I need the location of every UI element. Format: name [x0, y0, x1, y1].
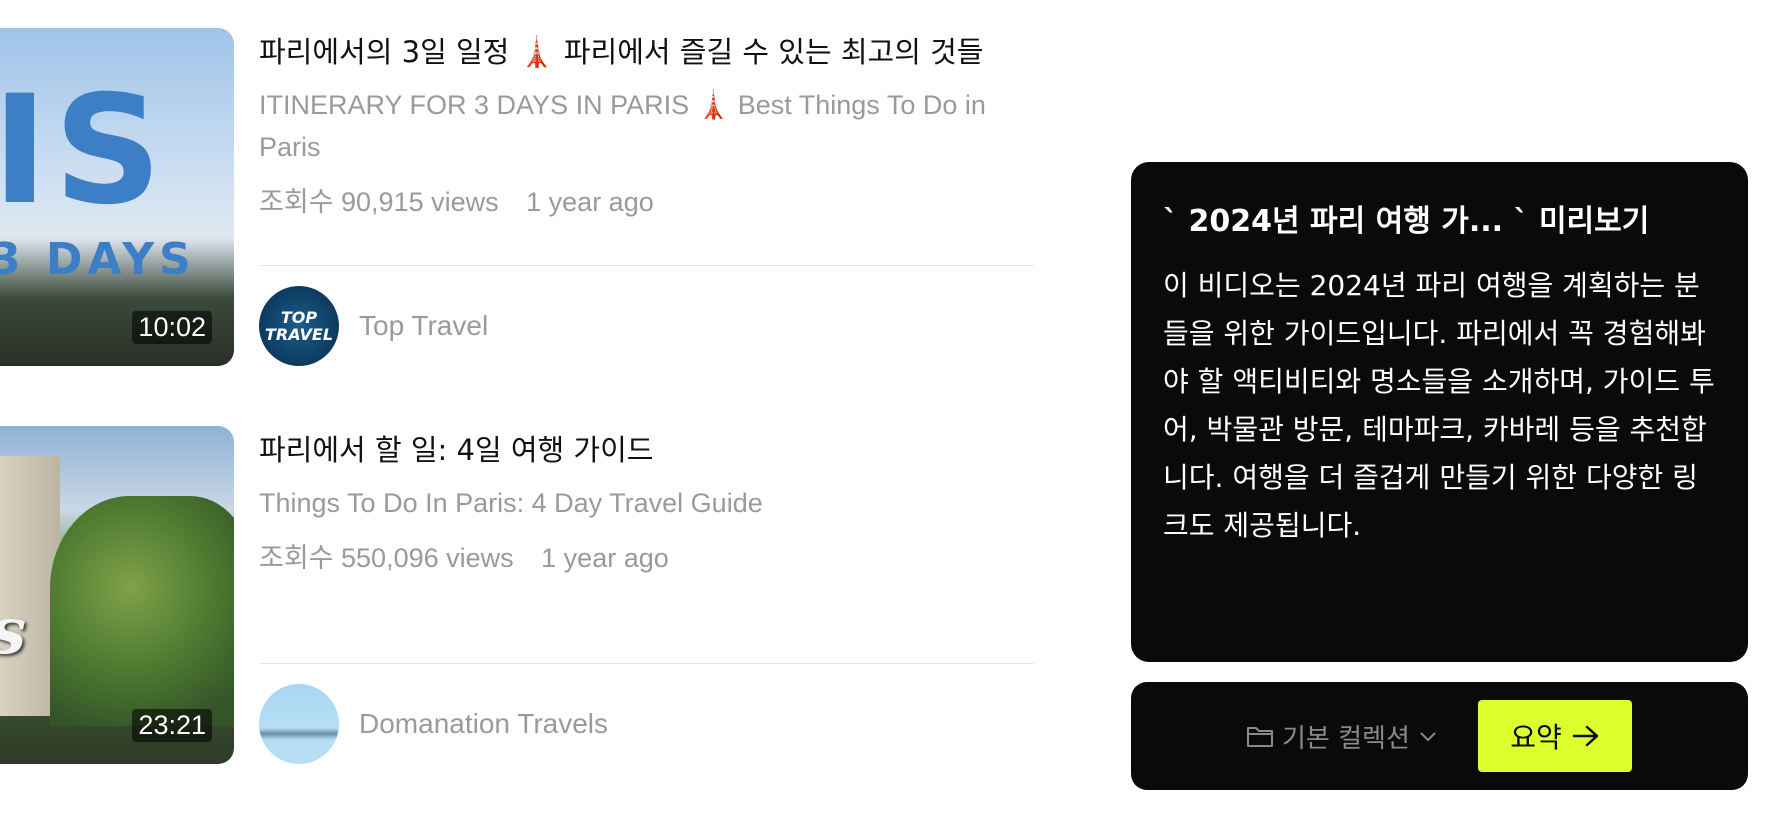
- summary-preview-panel: ` 2024년 파리 여행 가... ` 미리보기 이 비디오는 2024년 파…: [1131, 162, 1748, 662]
- video-meta: 조회수 90,915 views 1 year ago: [259, 180, 654, 219]
- action-bar: 기본 컬렉션 요약: [1131, 682, 1748, 790]
- thumbnail-trees: [50, 496, 234, 726]
- video-duration: 10:02: [132, 311, 212, 344]
- video-thumbnail[interactable]: s 23:21: [0, 426, 234, 764]
- video-thumbnail[interactable]: IS 3 DAYS 10:02: [0, 28, 234, 366]
- summary-label: 요약: [1510, 722, 1562, 753]
- video-title-translated: Things To Do In Paris: 4 Day Travel Guid…: [259, 488, 763, 518]
- view-count: 조회수 90,915 views: [259, 187, 499, 217]
- channel-name[interactable]: Domanation Travels: [359, 708, 608, 740]
- summary-button[interactable]: 요약: [1478, 700, 1632, 772]
- thumbnail-text: s: [0, 594, 26, 669]
- video-meta: 조회수 550,096 views 1 year ago: [259, 536, 669, 575]
- upload-age: 1 year ago: [541, 543, 669, 573]
- channel-name[interactable]: Top Travel: [359, 310, 488, 342]
- chevron-down-icon: [1420, 732, 1436, 742]
- video-title[interactable]: 파리에서 할 일: 4일 여행 가이드: [259, 430, 1019, 470]
- preview-description: 이 비디오는 2024년 파리 여행을 계획하는 분들을 위한 가이드입니다. …: [1163, 269, 1715, 542]
- channel-avatar[interactable]: TOP TRAVEL: [259, 286, 339, 366]
- divider: [259, 663, 1034, 664]
- channel-avatar[interactable]: [259, 684, 339, 764]
- channel-logo: TOP TRAVEL: [264, 308, 334, 344]
- collection-select[interactable]: 기본 컬렉션: [1246, 712, 1446, 760]
- channel-info[interactable]: Domanation Travels: [259, 684, 608, 764]
- video-title-translated: ITINERARY FOR 3 DAYS IN PARIS 🗼 Best Thi…: [259, 90, 986, 162]
- arrow-right-icon: [1572, 725, 1598, 747]
- thumbnail-text: IS: [0, 64, 168, 238]
- channel-info[interactable]: TOP TRAVEL Top Travel: [259, 286, 488, 366]
- video-card[interactable]: s 23:21 파리에서 할 일: 4일 여행 가이드 Things To Do…: [0, 426, 1040, 766]
- folder-icon: [1247, 727, 1273, 747]
- upload-age: 1 year ago: [526, 187, 654, 217]
- video-card[interactable]: IS 3 DAYS 10:02 파리에서의 3일 일정 🗼 파리에서 즐길 수 …: [0, 28, 1040, 368]
- video-title[interactable]: 파리에서의 3일 일정 🗼 파리에서 즐길 수 있는 최고의 것들: [259, 32, 1019, 72]
- view-count: 조회수 550,096 views: [259, 543, 514, 573]
- divider: [259, 265, 1034, 266]
- collection-label: 기본 컬렉션: [1282, 723, 1410, 754]
- preview-title: ` 2024년 파리 여행 가... ` 미리보기: [1163, 204, 1650, 239]
- video-duration: 23:21: [132, 709, 212, 742]
- thumbnail-subtext: 3 DAYS: [0, 234, 196, 285]
